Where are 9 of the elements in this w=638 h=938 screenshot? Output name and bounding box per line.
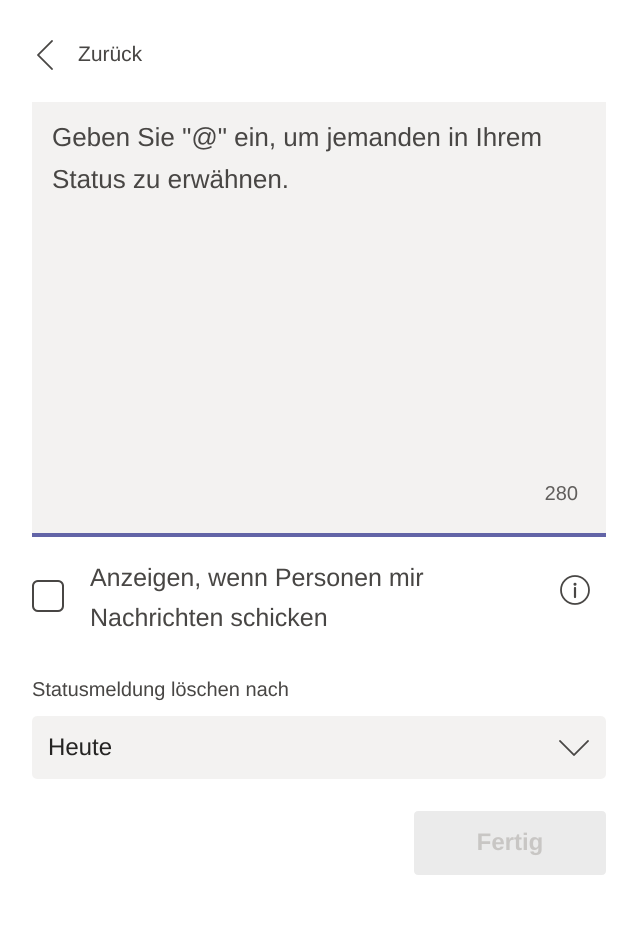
info-icon[interactable] xyxy=(560,575,590,605)
checkbox[interactable] xyxy=(32,580,64,612)
chevron-left-icon xyxy=(36,40,54,70)
character-count: 280 xyxy=(544,482,578,506)
checkbox-label: Anzeigen, wenn Personen mir Nachrichten schicken xyxy=(90,563,425,634)
clear-after-label: Statusmeldung löschen nach xyxy=(32,678,290,702)
clear-after-dropdown[interactable]: Heute xyxy=(32,716,606,779)
chevron-down-icon xyxy=(559,740,589,756)
back-button[interactable]: Zurück xyxy=(32,38,142,72)
